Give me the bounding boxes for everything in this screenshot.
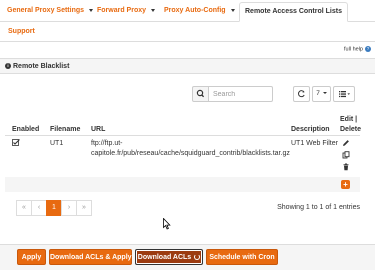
list-icon [339, 91, 350, 98]
pagination: « ‹ 1 › » [16, 200, 92, 216]
search-icon [196, 89, 205, 98]
add-button[interactable]: + [341, 180, 350, 189]
tab-label: General Proxy Settings [7, 7, 85, 14]
full-help-label: full help [344, 46, 363, 53]
row-description: UT1 Web Filter [291, 140, 338, 147]
info-icon: i [5, 63, 11, 70]
caret-down-icon [151, 8, 156, 12]
row-filename: UT1 [50, 140, 64, 147]
page-size-dropdown[interactable]: 7 [312, 86, 331, 102]
pagination-prev[interactable]: ‹ [31, 200, 47, 216]
pagination-last[interactable]: » [76, 200, 92, 216]
header-filename[interactable]: Filename [50, 125, 80, 134]
panel-heading: i Remote Blacklist [0, 58, 375, 74]
header-delete: Delete [340, 126, 362, 133]
search-input[interactable] [209, 86, 273, 102]
copy-icon[interactable] [342, 151, 350, 159]
tab-bar: General Proxy Settings Forward Proxy Pro… [0, 0, 375, 42]
page-size-value: 7 [316, 90, 320, 97]
header-enabled[interactable]: Enabled [12, 125, 39, 134]
caret-down-icon [322, 92, 327, 95]
tab-remote-access-control-lists[interactable]: Remote Access Control Lists [239, 2, 348, 22]
full-help-link[interactable]: full help? [344, 46, 371, 52]
pencil-icon[interactable] [342, 139, 350, 147]
tab-general-proxy-settings[interactable]: General Proxy Settings [7, 4, 94, 18]
tab-label: Forward Proxy [97, 7, 147, 14]
spinner-icon [194, 254, 201, 260]
download-acls-apply-button[interactable]: Download ACLs & Apply [49, 249, 132, 265]
row-url-line1: ftp://ftp.ut- [91, 140, 123, 147]
pagination-first[interactable]: « [16, 200, 32, 216]
download-acls-button[interactable]: Download ACLs [135, 249, 203, 265]
pagination-page-1[interactable]: 1 [46, 200, 62, 216]
header-description[interactable]: Description [291, 125, 330, 134]
refresh-button[interactable] [293, 86, 310, 102]
caret-down-icon [230, 8, 235, 12]
entries-info: Showing 1 to 1 of 1 entries [277, 204, 360, 211]
download-acls-label: Download ACLs [137, 254, 192, 261]
question-circle-icon: ? [365, 46, 371, 52]
panel-title-text: Remote Blacklist [13, 63, 70, 70]
apply-button[interactable]: Apply [17, 249, 46, 265]
trash-icon[interactable] [342, 163, 350, 171]
tab-label: Support [8, 28, 35, 35]
header-edit: Edit | [340, 116, 358, 123]
table-header-divider [5, 135, 360, 136]
tab-label: Proxy Auto-Config [164, 7, 226, 14]
check-icon [12, 139, 20, 146]
panel-title: i Remote Blacklist [5, 63, 69, 70]
table-footer [5, 177, 360, 192]
tab-support[interactable]: Support [8, 25, 35, 39]
tab-divider [0, 41, 375, 42]
caret-down-icon [89, 8, 94, 12]
enabled-checkbox[interactable] [12, 139, 20, 151]
tab-proxy-auto-config[interactable]: Proxy Auto-Config [164, 4, 235, 18]
search-button[interactable] [192, 86, 209, 102]
pagination-next[interactable]: › [61, 200, 77, 216]
tab-label: Remote Access Control Lists [245, 8, 342, 15]
header-url[interactable]: URL [91, 125, 105, 134]
refresh-icon [298, 90, 305, 98]
mouse-cursor-icon [163, 218, 171, 230]
plus-icon: + [343, 180, 348, 189]
tab-forward-proxy[interactable]: Forward Proxy [97, 4, 156, 18]
schedule-with-cron-button[interactable]: Schedule with Cron [206, 249, 278, 265]
row-url-line2: capitole.fr/pub/reseau/cache/squidguard_… [91, 149, 290, 157]
columns-dropdown[interactable] [333, 86, 355, 102]
